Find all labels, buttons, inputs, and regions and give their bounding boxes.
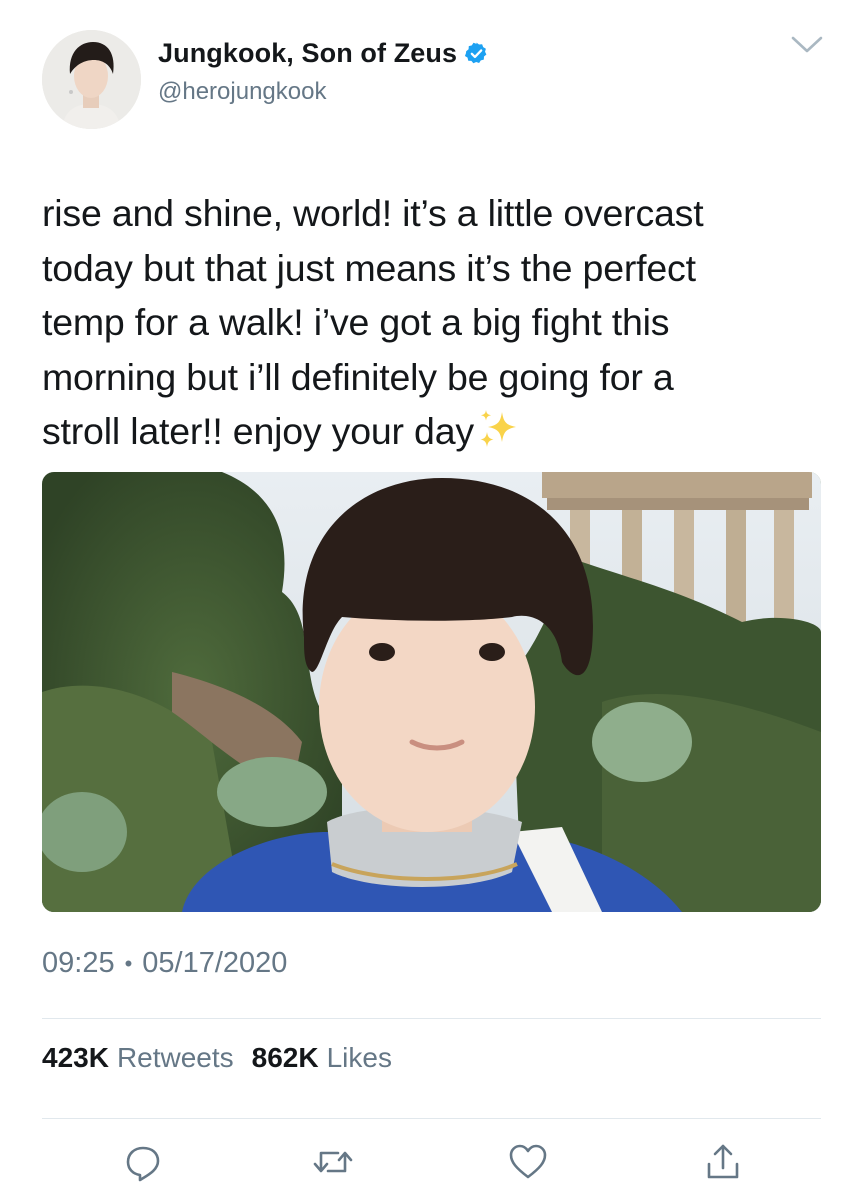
- chevron-down-icon[interactable]: [790, 34, 824, 56]
- likes-count[interactable]: 862K: [252, 1042, 319, 1074]
- tweet-time: 09:25: [42, 947, 115, 979]
- share-icon[interactable]: [701, 1140, 745, 1184]
- author-name-row[interactable]: Jungkook, Son of Zeus: [158, 36, 489, 70]
- tweet-text-line: rise and shine, world! it’s a little ove…: [42, 192, 704, 234]
- avatar[interactable]: [42, 30, 141, 129]
- author-handle[interactable]: @herojungkook: [158, 78, 326, 106]
- tweet-text-line: stroll later!! enjoy your day: [42, 410, 474, 452]
- timestamp-separator: •: [124, 950, 133, 976]
- tweet-text-line: today but that just means it’s the perfe…: [42, 246, 696, 289]
- sparkles-icon: [480, 410, 516, 447]
- tweet-text-line: temp for a walk! i’ve got a big fight th…: [42, 301, 670, 343]
- avatar-image: [42, 30, 141, 129]
- tweet-action-bar: [0, 1140, 863, 1190]
- heart-icon[interactable]: [506, 1140, 550, 1184]
- retweets-label[interactable]: Retweets: [117, 1042, 234, 1074]
- retweets-count[interactable]: 423K: [42, 1042, 109, 1074]
- likes-label[interactable]: Likes: [327, 1042, 392, 1074]
- author-display-name[interactable]: Jungkook, Son of Zeus: [158, 38, 457, 69]
- retweet-icon[interactable]: [311, 1140, 355, 1184]
- tweet-text-line: morning but i’ll definitely be going for…: [42, 355, 674, 398]
- divider: [42, 1118, 821, 1119]
- media-illustration: [42, 472, 821, 912]
- verified-badge-icon: [465, 42, 487, 63]
- reply-icon[interactable]: [121, 1140, 165, 1184]
- tweet-timestamp[interactable]: 09:25 • 05/17/2020: [42, 947, 287, 980]
- tweet-date: 05/17/2020: [142, 947, 288, 979]
- tweet-text-last-line: stroll later!! enjoy your day: [42, 404, 832, 459]
- divider: [42, 1018, 821, 1019]
- tweet-text: rise and shine, world! it’s a little ove…: [42, 186, 832, 459]
- tweet-media-image[interactable]: [42, 472, 821, 912]
- tweet-stats: 423K Retweets 862K Likes: [42, 1042, 410, 1074]
